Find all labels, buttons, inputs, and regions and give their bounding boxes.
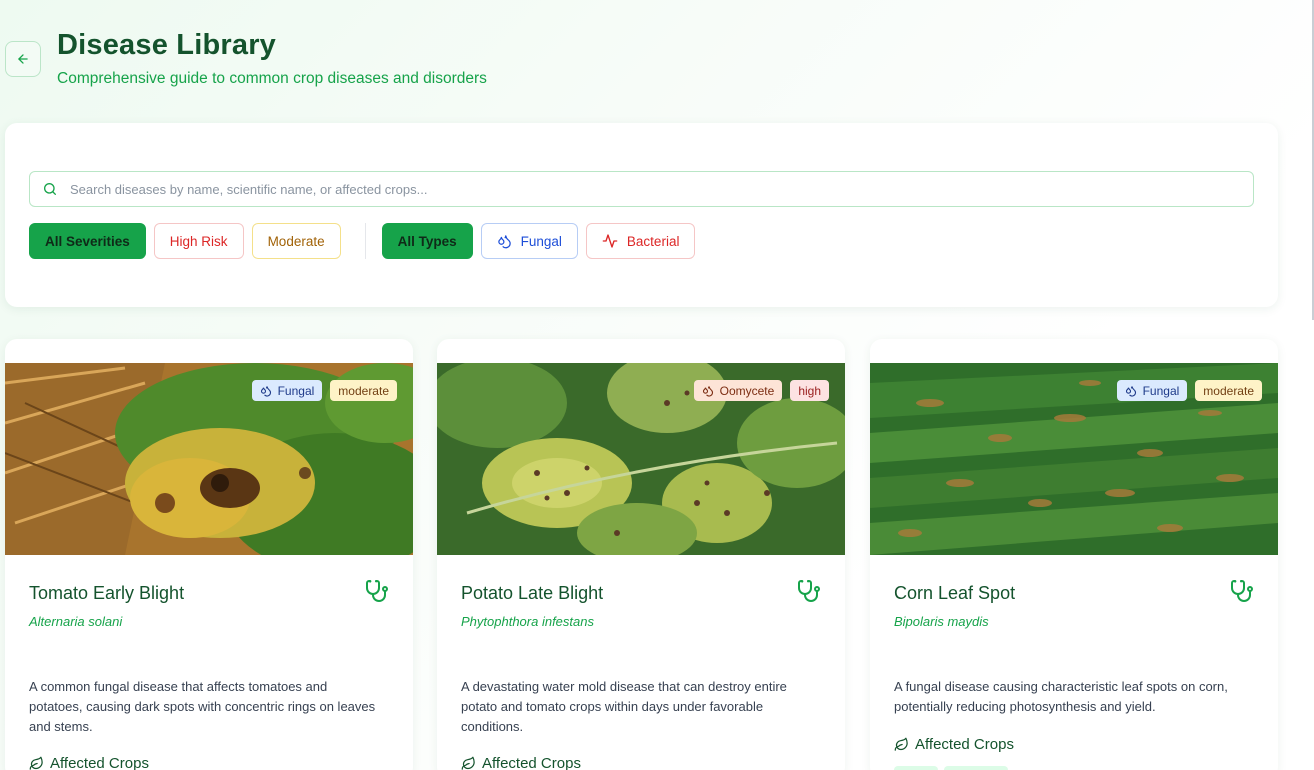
- severity-badge: moderate: [330, 380, 397, 401]
- filter-label: All Types: [397, 233, 457, 249]
- filter-divider: [364, 223, 366, 259]
- filter-label: Moderate: [267, 233, 325, 249]
- filter-label: All Severities: [45, 233, 130, 249]
- severity-badge: high: [790, 380, 829, 401]
- filter-bacterial[interactable]: Bacterial: [585, 223, 696, 259]
- filter-all-types[interactable]: All Types: [381, 223, 473, 259]
- badge-group: Oomycete high: [693, 380, 829, 401]
- disease-card[interactable]: Oomycete high Potato Late Blight Phytoph…: [437, 339, 845, 770]
- disease-description: A common fungal disease that affects tom…: [29, 679, 376, 734]
- affected-crops-label: Affected Crops: [482, 755, 581, 770]
- filter-high-risk[interactable]: High Risk: [153, 223, 244, 259]
- filter-all-severities[interactable]: All Severities: [29, 223, 146, 259]
- scientific-name: Phytophthora infestans: [461, 614, 594, 629]
- filter-label: Fungal: [520, 233, 562, 249]
- disease-name: Tomato Early Blight: [29, 583, 185, 603]
- type-badge: Fungal: [1116, 380, 1188, 401]
- type-label: Fungal: [1142, 383, 1180, 398]
- filter-moderate[interactable]: Moderate: [251, 223, 341, 259]
- filter-label: High Risk: [169, 233, 228, 249]
- arrow-left-icon: [18, 54, 28, 64]
- crop-tag: [894, 766, 938, 770]
- activity-icon: [602, 234, 618, 248]
- stethoscope-icon[interactable]: [1230, 579, 1254, 603]
- leaf-icon: [29, 756, 43, 770]
- type-badge: Oomycete: [693, 380, 783, 401]
- affected-crops-heading: Affected Crops: [29, 755, 149, 770]
- droplets-icon: [497, 234, 511, 248]
- droplets-icon: [702, 385, 713, 397]
- page-subtitle: Comprehensive guide to common crop disea…: [57, 70, 487, 87]
- type-label: Fungal: [277, 383, 315, 398]
- scientific-name: Bipolaris maydis: [894, 614, 989, 629]
- filter-chips: All Severities High Risk Moderate All Ty…: [29, 223, 703, 259]
- badge-group: Fungal moderate: [1116, 380, 1262, 401]
- disease-name: Corn Leaf Spot: [894, 583, 1016, 603]
- disease-description: A devastating water mold disease that ca…: [461, 679, 787, 734]
- crop-tag: [944, 766, 1008, 770]
- stethoscope-icon[interactable]: [797, 579, 821, 603]
- page-title: Disease Library: [57, 29, 277, 61]
- droplets-icon: [260, 385, 271, 397]
- search-icon: [44, 183, 56, 195]
- disease-name: Potato Late Blight: [461, 583, 604, 603]
- badge-group: Fungal moderate: [251, 380, 397, 401]
- filter-panel: All Severities High Risk Moderate All Ty…: [5, 123, 1278, 307]
- affected-crops-heading: Affected Crops: [461, 755, 581, 770]
- back-button[interactable]: [5, 41, 41, 77]
- filter-label: Bacterial: [626, 233, 680, 249]
- stethoscope-icon[interactable]: [365, 579, 389, 603]
- search-input[interactable]: [70, 181, 1170, 197]
- leaf-icon: [461, 756, 475, 770]
- scientific-name: Alternaria solani: [29, 614, 123, 629]
- severity-badge: moderate: [1195, 380, 1262, 401]
- affected-crops-label: Affected Crops: [915, 736, 1014, 753]
- search-box[interactable]: [29, 171, 1254, 207]
- type-label: Oomycete: [719, 383, 775, 398]
- disease-card[interactable]: Fungal moderate Corn Leaf Spot Bipolaris…: [870, 339, 1278, 770]
- filter-fungal[interactable]: Fungal: [480, 223, 578, 259]
- disease-description: A fungal disease causing characteristic …: [894, 679, 1228, 714]
- disease-card[interactable]: Fungal moderate Tomato Early Blight Alte…: [5, 339, 413, 770]
- type-badge: Fungal: [251, 380, 323, 401]
- affected-crops-label: Affected Crops: [50, 755, 149, 770]
- droplets-icon: [1125, 385, 1136, 397]
- leaf-icon: [894, 737, 908, 751]
- affected-crops-heading: Affected Crops: [894, 736, 1014, 753]
